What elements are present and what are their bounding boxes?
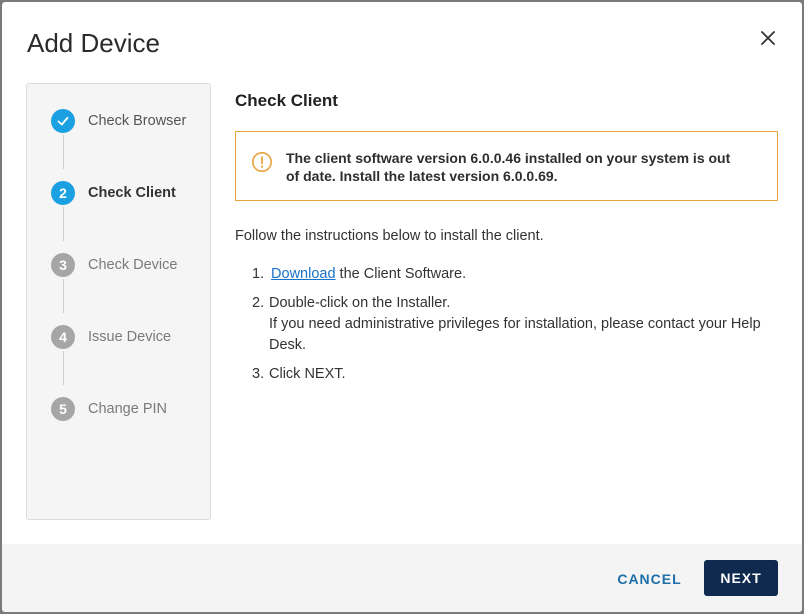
step-label: Issue Device <box>88 329 172 345</box>
close-button[interactable] <box>754 24 782 52</box>
list-item: 3. Click NEXT. <box>252 364 762 385</box>
cancel-button[interactable]: CANCEL <box>607 562 692 596</box>
dialog-title: Add Device <box>27 28 160 58</box>
list-text: Double-click on the Installer. <box>269 295 451 311</box>
step-check-browser: Check Browser <box>51 108 186 134</box>
list-subtext: If you need administrative privileges fo… <box>269 316 761 353</box>
step-connector <box>63 207 64 241</box>
next-button[interactable]: NEXT <box>704 560 778 596</box>
step-3-circle: 3 <box>51 253 75 277</box>
instructions-intro: Follow the instructions below to install… <box>235 228 544 244</box>
list-text: Click NEXT. <box>269 366 346 382</box>
step-connector <box>63 351 64 385</box>
close-icon <box>761 31 775 45</box>
step-1-circle <box>51 109 75 133</box>
list-item: 2. Double-click on the Installer. If you… <box>252 293 762 356</box>
step-5-circle: 5 <box>51 397 75 421</box>
step-label: Check Browser <box>88 113 187 129</box>
warning-icon <box>252 152 272 172</box>
stepper-panel: Check Browser 2 Check Client 3 Check Dev… <box>26 83 211 520</box>
download-link[interactable]: Download <box>271 266 336 282</box>
list-number: 3. <box>252 366 265 382</box>
section-title: Check Client <box>235 91 338 110</box>
step-label: Check Client <box>88 185 176 201</box>
step-label: Change PIN <box>88 401 167 417</box>
checkmark-icon <box>57 116 69 126</box>
step-check-client: 2 Check Client <box>51 180 176 206</box>
warning-banner: The client software version 6.0.0.46 ins… <box>235 131 778 201</box>
step-label: Check Device <box>88 257 178 273</box>
add-device-dialog: Add Device Check Browser 2 Check Client … <box>2 2 802 612</box>
step-check-device: 3 Check Device <box>51 252 177 278</box>
instructions-list: 1. Download the Client Software. 2. Doub… <box>252 264 762 393</box>
list-item: 1. Download the Client Software. <box>252 264 762 285</box>
list-text: the Client Software. <box>335 266 467 282</box>
warning-message: The client software version 6.0.0.46 ins… <box>286 150 731 184</box>
list-number: 1. <box>252 266 265 282</box>
list-number: 2. <box>252 295 265 311</box>
step-connector <box>63 135 64 169</box>
step-connector <box>63 279 64 313</box>
dialog-footer: CANCEL NEXT <box>2 544 802 612</box>
step-issue-device: 4 Issue Device <box>51 324 171 350</box>
step-4-circle: 4 <box>51 325 75 349</box>
step-change-pin: 5 Change PIN <box>51 396 167 422</box>
step-2-circle: 2 <box>51 181 75 205</box>
